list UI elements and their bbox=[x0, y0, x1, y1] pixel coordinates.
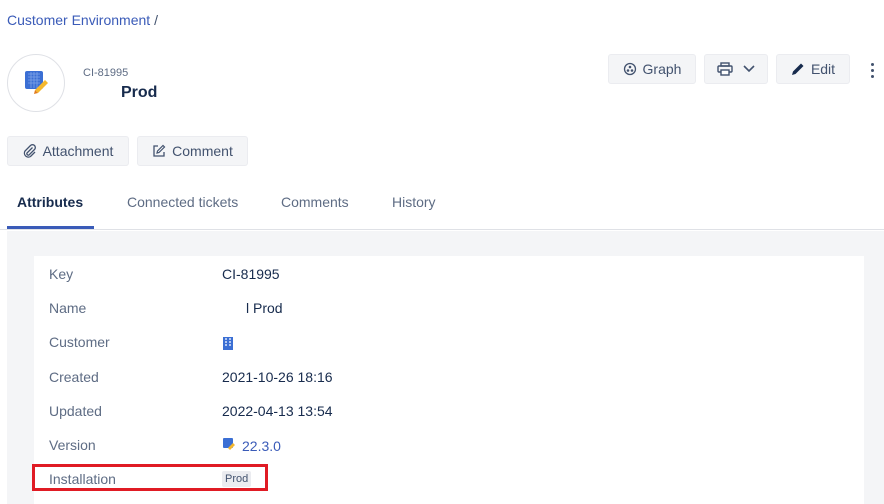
active-tab-indicator bbox=[7, 226, 94, 229]
tab-attributes[interactable]: Attributes bbox=[17, 194, 83, 210]
breadcrumb-link-customer-environment[interactable]: Customer Environment bbox=[7, 12, 150, 28]
edit-button[interactable]: Edit bbox=[776, 54, 850, 84]
version-object-icon bbox=[222, 437, 236, 454]
comment-button[interactable]: Comment bbox=[137, 136, 248, 166]
attribute-value-version[interactable]: 22.3.0 bbox=[222, 437, 281, 454]
tab-connected-tickets[interactable]: Connected tickets bbox=[127, 194, 238, 210]
edit-note-icon bbox=[152, 144, 166, 158]
attachment-button[interactable]: Attachment bbox=[7, 136, 129, 166]
more-actions-icon[interactable] bbox=[862, 58, 882, 82]
attachment-button-label: Attachment bbox=[42, 143, 114, 159]
version-link: 22.3.0 bbox=[242, 437, 281, 454]
pencil-icon bbox=[791, 62, 805, 76]
breadcrumb: Customer Environment / bbox=[7, 12, 158, 28]
attribute-value-customer[interactable] bbox=[222, 336, 240, 354]
print-menu-button[interactable] bbox=[704, 54, 768, 84]
tab-bar: Attributes Connected tickets Comments Hi… bbox=[0, 184, 884, 230]
attribute-value-name: l Prod bbox=[246, 300, 283, 316]
attribute-value-created: 2021-10-26 18:16 bbox=[222, 369, 333, 385]
attribute-value-key: CI-81995 bbox=[222, 266, 280, 282]
graph-button-label: Graph bbox=[642, 61, 682, 77]
attribute-label-created: Created bbox=[49, 369, 99, 385]
object-key: CI-81995 bbox=[83, 67, 129, 79]
installation-object-icon bbox=[23, 68, 49, 99]
attribute-label-updated: Updated bbox=[49, 403, 102, 419]
graph-icon bbox=[623, 62, 637, 76]
tab-history[interactable]: History bbox=[392, 194, 436, 210]
printer-icon bbox=[717, 62, 733, 76]
tab-comments[interactable]: Comments bbox=[281, 194, 349, 210]
breadcrumb-separator: / bbox=[154, 12, 159, 28]
annotation-highlight-box bbox=[32, 464, 268, 491]
attribute-label-name: Name bbox=[49, 300, 87, 316]
paperclip-icon bbox=[23, 144, 37, 158]
comment-button-label: Comment bbox=[172, 143, 233, 159]
attribute-value-updated: 2022-04-13 13:54 bbox=[222, 403, 333, 419]
attribute-label-version: Version bbox=[49, 437, 96, 453]
edit-button-label: Edit bbox=[810, 61, 836, 77]
attribute-label-key: Key bbox=[49, 266, 74, 282]
object-type-avatar bbox=[7, 54, 65, 112]
chevron-down-icon bbox=[743, 65, 755, 73]
attribute-label-customer: Customer bbox=[49, 334, 110, 350]
graph-button[interactable]: Graph bbox=[608, 54, 696, 84]
page-title: Prod bbox=[121, 84, 158, 101]
building-icon bbox=[222, 336, 234, 354]
